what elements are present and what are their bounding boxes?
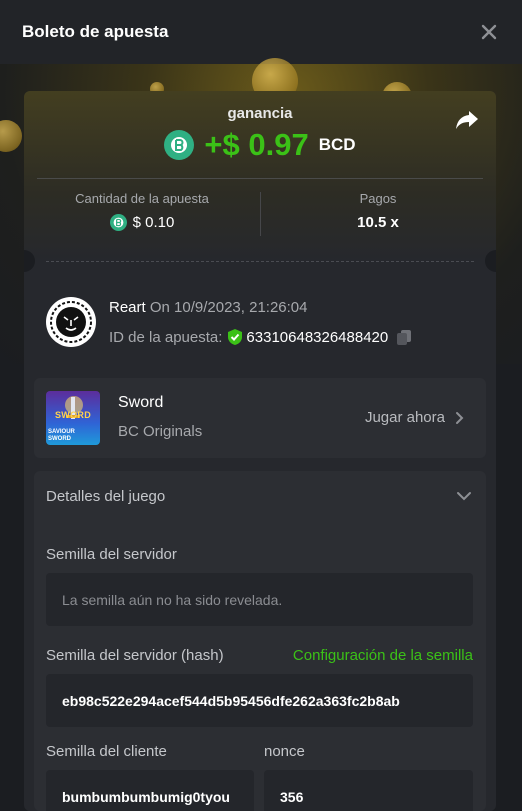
page-title: Boleto de apuesta — [22, 22, 169, 41]
username[interactable]: Reart — [109, 299, 146, 316]
client-seed-field[interactable]: bumbumbumbumig0tyou — [46, 770, 254, 811]
thumbnail-subtitle: SAVIOUR SWORD — [48, 429, 75, 442]
nonce-field[interactable]: 356 — [264, 770, 473, 811]
game-details-heading[interactable]: Detalles del juego — [46, 488, 165, 505]
bc-coin-icon — [164, 130, 195, 160]
play-now-label: Jugar ahora — [364, 409, 445, 426]
play-now-button[interactable]: Jugar ahora — [365, 409, 464, 426]
payout-label: Pagos — [359, 191, 397, 206]
copy-icon[interactable] — [396, 329, 412, 346]
game-provider: BC Originals — [118, 423, 203, 440]
bet-amount-value-row: $ 0.10 — [24, 214, 260, 231]
bet-amount-value: $ 0.10 — [132, 214, 175, 231]
bet-id-line: ID de la apuesta: 63310648326488420 — [109, 328, 412, 346]
close-icon[interactable] — [478, 21, 500, 43]
game-details-section: Detalles del juego Semilla del servidor … — [34, 471, 486, 811]
user-line: Reart On 10/9/2023, 21:26:04 — [109, 299, 308, 316]
win-currency: BCD — [318, 135, 356, 154]
thumbnail-title: SWORD — [55, 410, 91, 420]
game-name: Sword — [118, 394, 164, 411]
bet-id-label: ID de la apuesta: — [109, 328, 223, 346]
server-seed-field[interactable]: La semilla aún no ha sido revelada. — [46, 573, 473, 626]
ticket-notch — [485, 250, 496, 272]
win-label: ganancia — [227, 105, 293, 122]
divider — [37, 178, 483, 179]
game-card[interactable]: SWORD SAVIOUR SWORD Sword BC Originals J… — [34, 378, 486, 458]
coin-decoration — [0, 120, 22, 152]
bet-user-info: Reart On 10/9/2023, 21:26:04 ID de la ap… — [46, 297, 476, 351]
bet-id-value: 63310648326488420 — [246, 328, 389, 346]
server-seed-label: Semilla del servidor — [46, 546, 177, 563]
game-thumbnail: SWORD SAVIOUR SWORD — [46, 391, 100, 445]
header-bar: Boleto de apuesta — [0, 0, 522, 64]
nonce-label: nonce — [264, 743, 305, 760]
share-icon[interactable] — [454, 107, 480, 133]
verified-shield-icon — [227, 328, 243, 346]
bc-coin-icon — [109, 214, 127, 231]
client-seed-label: Semilla del cliente — [46, 743, 167, 760]
bet-date: On 10/9/2023, 21:26:04 — [149, 299, 308, 316]
seed-config-link[interactable]: Configuración de la semilla — [293, 647, 473, 664]
server-hash-label: Semilla del servidor (hash) — [46, 647, 224, 664]
bet-amount-label: Cantidad de la apuesta — [75, 191, 209, 206]
payout-stat: Pagos 10.5 x — [260, 191, 496, 231]
dashed-divider — [46, 261, 474, 262]
chevron-down-icon[interactable] — [456, 488, 472, 506]
win-row: +$ 0.97 BCD — [24, 127, 496, 163]
chevron-right-icon — [455, 411, 464, 425]
bet-amount-stat: Cantidad de la apuesta $ 0.10 — [24, 191, 260, 231]
avatar[interactable] — [46, 297, 96, 347]
win-summary: ganancia +$ 0.97 BCD Cantidad de la apue… — [24, 91, 496, 261]
bet-ticket-panel: ganancia +$ 0.97 BCD Cantidad de la apue… — [24, 91, 496, 811]
server-hash-field[interactable]: eb98c522e294acef544d5b95456dfe262a363fc2… — [46, 674, 473, 727]
payout-value: 10.5 x — [357, 214, 399, 231]
win-amount: +$ 0.97 — [204, 127, 309, 162]
